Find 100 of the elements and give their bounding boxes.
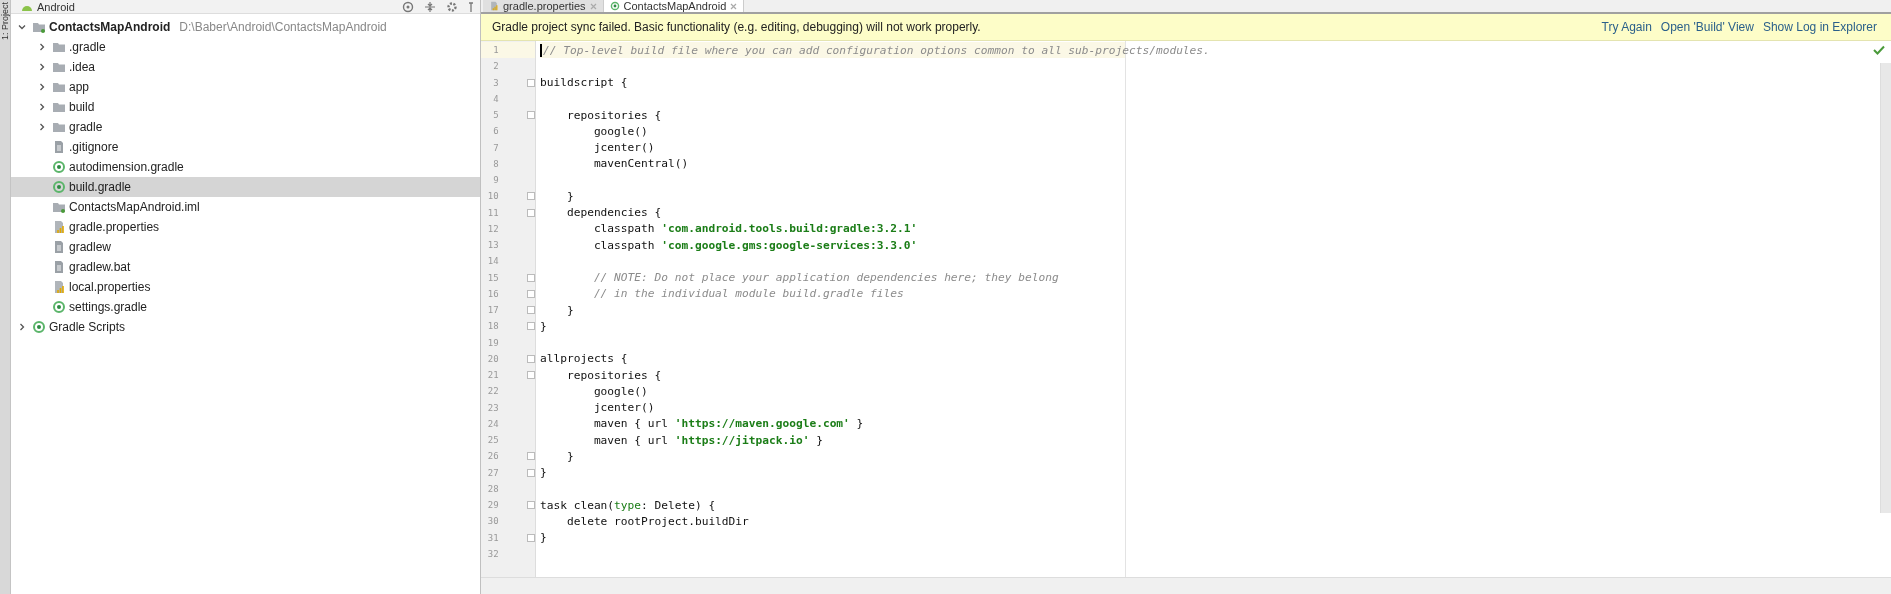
tree-item[interactable]: settings.gradle [11, 297, 480, 317]
editor-tab[interactable]: gradle.properties [483, 0, 604, 12]
line-number: 32 [487, 548, 499, 559]
collapse-icon[interactable] [424, 0, 436, 13]
line-number: 10 [487, 191, 499, 202]
line-number: 31 [487, 532, 499, 543]
tree-item[interactable]: .gitignore [11, 137, 480, 157]
code-line: } [565, 303, 574, 317]
tree-item[interactable]: build.gradle [11, 177, 480, 197]
folder-icon [52, 40, 66, 54]
code-line: // NOTE: Do not place your application dependencies here; they belong [592, 271, 1059, 285]
ring-icon [609, 1, 620, 11]
line-number: 18 [487, 321, 499, 332]
code-line: jcenter() [592, 141, 655, 155]
module-icon [32, 20, 46, 34]
fold-marker-icon[interactable] [526, 371, 535, 380]
view-selector[interactable]: Android [17, 0, 79, 13]
text-file-icon [52, 140, 66, 154]
code-line: // Top-level build file where you can add configuration options common to all sub-projects/modules. [543, 43, 1210, 57]
code-line: maven { url 'https://jitpack.io' } [592, 433, 823, 447]
line-number: 2 [492, 61, 499, 72]
line-number: 30 [487, 516, 499, 527]
fold-marker-icon[interactable] [526, 78, 535, 87]
tree-item[interactable]: build [11, 97, 480, 117]
line-number: 29 [487, 500, 499, 511]
code-line: } [540, 319, 547, 333]
code-line: dependencies { [565, 206, 662, 220]
tree-item[interactable]: .idea [11, 57, 480, 77]
fold-marker-icon[interactable] [526, 354, 535, 363]
line-number: 14 [487, 256, 499, 267]
text-file-icon [52, 260, 66, 274]
line-number: 13 [487, 240, 499, 251]
code-line: } [540, 466, 547, 480]
hide-icon[interactable] [468, 0, 474, 13]
code-line: google() [592, 124, 648, 138]
banner-link[interactable]: Open 'Build' View [1660, 20, 1754, 34]
properties-file-icon [489, 1, 499, 11]
line-number: 19 [487, 337, 499, 348]
code-line: // in the individual module build.gradle files [592, 287, 904, 301]
fold-marker-icon[interactable] [526, 468, 535, 477]
line-number: 4 [492, 93, 499, 104]
fold-marker-icon[interactable] [526, 111, 535, 120]
tree-item[interactable]: Gradle Scripts [11, 317, 480, 337]
ring-icon [52, 300, 66, 314]
code-line: } [540, 531, 547, 545]
code-line: jcenter() [592, 401, 655, 415]
code-line: delete rootProject.buildDir [565, 514, 749, 528]
fold-marker-icon[interactable] [526, 533, 535, 542]
line-number: 28 [487, 483, 499, 494]
line-number: 22 [487, 386, 499, 397]
text-cursor [540, 43, 542, 57]
line-number: 3 [492, 77, 499, 88]
fold-marker-icon[interactable] [526, 501, 535, 510]
fold-marker-icon[interactable] [526, 306, 535, 315]
tree-item[interactable]: app [11, 77, 480, 97]
code-line: repositories { [565, 108, 662, 122]
line-number: 11 [487, 207, 499, 218]
project-path: D:\Baber\Android\ContactsMapAndroid [179, 20, 387, 34]
settings-icon[interactable] [446, 0, 458, 13]
ring-icon [52, 180, 66, 194]
target-icon[interactable] [402, 0, 414, 13]
properties-file-icon [52, 220, 66, 234]
editor-tab[interactable]: ContactsMapAndroid [603, 0, 745, 12]
tree-item[interactable]: gradlew [11, 237, 480, 257]
banner-message: Gradle project sync failed. Basic functionality (e.g. editing, debugging) will not work properly. [492, 20, 981, 34]
banner-link[interactable]: Show Log in Explorer [1762, 20, 1877, 34]
folder-icon [52, 100, 66, 114]
code-line: } [565, 189, 574, 203]
fold-marker-icon[interactable] [526, 192, 535, 201]
tree-item[interactable]: gradlew.bat [11, 257, 480, 277]
tree-item[interactable]: gradle.properties [11, 217, 480, 237]
line-number: 17 [487, 305, 499, 316]
tree-item[interactable]: ContactsMapAndroid.iml [11, 197, 480, 217]
line-number: 27 [487, 467, 499, 478]
tree-item[interactable]: autodimension.gradle [11, 157, 480, 177]
fold-marker-icon[interactable] [526, 208, 535, 217]
fold-marker-icon[interactable] [526, 289, 535, 298]
line-number: 7 [492, 142, 499, 153]
tree-item[interactable]: local.properties [11, 277, 480, 297]
code-line: classpath 'com.android.tools.build:gradle:3.2.1' [592, 222, 918, 236]
fold-marker-icon[interactable] [526, 322, 535, 331]
checkmark-icon [1873, 45, 1885, 55]
code-line: } [565, 449, 574, 463]
close-icon[interactable] [589, 2, 597, 10]
line-number: 12 [487, 223, 499, 234]
folder-icon [52, 60, 66, 74]
code-line: allprojects { [540, 352, 628, 366]
tree-item[interactable]: .gradle [11, 37, 480, 57]
tree-item[interactable]: gradle [11, 117, 480, 137]
banner-link[interactable]: Try Again [1601, 20, 1652, 34]
tree-item[interactable]: ContactsMapAndroid D:\Baber\Android\ContactsMapAndroid [11, 17, 480, 37]
project-tool-tab[interactable]: 1: Project [0, 2, 10, 41]
fold-marker-icon[interactable] [526, 273, 535, 282]
line-number: 8 [492, 158, 499, 169]
line-number: 21 [487, 370, 499, 381]
fold-marker-icon[interactable] [526, 452, 535, 461]
module-icon [52, 200, 66, 214]
close-icon[interactable] [730, 2, 738, 10]
line-number: 9 [492, 175, 499, 186]
line-number: 5 [492, 110, 499, 121]
